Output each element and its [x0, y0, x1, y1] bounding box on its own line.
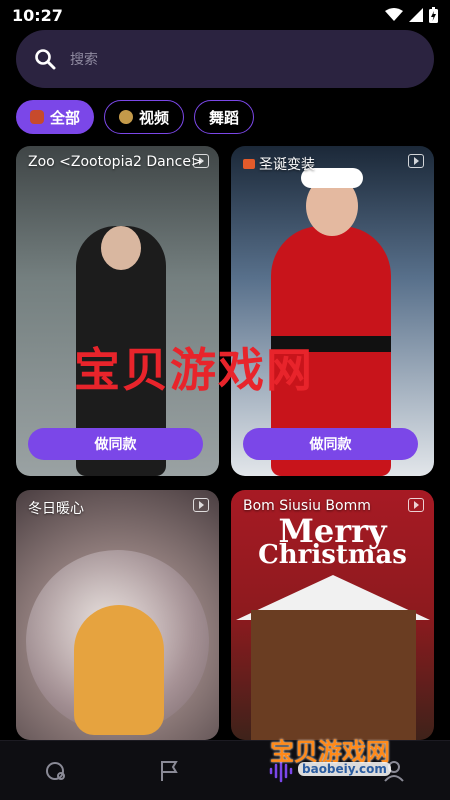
tab-all[interactable]: 全部	[16, 100, 95, 134]
nav-home[interactable]	[36, 751, 76, 791]
search-icon	[35, 49, 56, 70]
make-same-button[interactable]: 做同款	[243, 428, 418, 460]
video-icon	[193, 154, 209, 168]
card-title: Zoo <Zootopia2 Dance>	[28, 154, 203, 170]
card-image-bear	[74, 605, 164, 735]
status-time: 10:27	[12, 5, 63, 25]
flag-icon	[160, 760, 178, 781]
nav-flag[interactable]	[149, 751, 189, 791]
status-icons	[385, 7, 438, 23]
template-card-merry-christmas[interactable]: Merry Christmas Bom Siusiu Bomm	[231, 490, 434, 740]
tab-all-label: 全部	[50, 108, 81, 127]
status-bar: 10:27	[0, 0, 450, 30]
card-image-dancer-head	[101, 226, 141, 270]
make-same-button[interactable]: 做同款	[28, 428, 203, 460]
video-icon	[408, 154, 424, 168]
card-image-cabin	[251, 610, 416, 740]
battery-icon	[429, 7, 438, 23]
wifi-icon	[385, 8, 403, 21]
video-category-icon	[119, 110, 134, 124]
video-icon	[408, 498, 424, 512]
search-bar[interactable]: 搜索	[16, 30, 434, 88]
template-card-winter-warmth[interactable]: 冬日暖心	[16, 490, 219, 740]
card-title: Bom Siusiu Bomm	[243, 498, 371, 514]
tab-dance[interactable]: 舞蹈	[194, 100, 255, 134]
template-card-christmas-costume[interactable]: 圣诞变装 做同款	[231, 146, 434, 476]
tab-video[interactable]: 视频	[104, 100, 185, 134]
category-tabs: 全部 视频 舞蹈	[16, 100, 255, 134]
all-icon	[30, 110, 44, 124]
card-art-christmas: Christmas	[258, 540, 407, 570]
template-card-zootopia[interactable]: Zoo <Zootopia2 Dance> 做同款	[16, 146, 219, 476]
card-title-text: 圣诞变装	[259, 157, 315, 173]
card-title: 冬日暖心	[28, 501, 84, 517]
camera-emoji-icon	[243, 159, 255, 169]
card-title: 圣诞变装	[243, 154, 315, 174]
tab-video-label: 视频	[139, 108, 170, 127]
signal-icon	[409, 8, 423, 22]
search-input[interactable]: 搜索	[70, 49, 98, 69]
watermark-center: 宝贝游戏网	[74, 343, 314, 397]
home-icon	[46, 761, 66, 780]
watermark-corner-url: baobeiy.com	[298, 762, 391, 776]
video-icon	[193, 498, 209, 512]
tab-dance-label: 舞蹈	[209, 108, 240, 127]
